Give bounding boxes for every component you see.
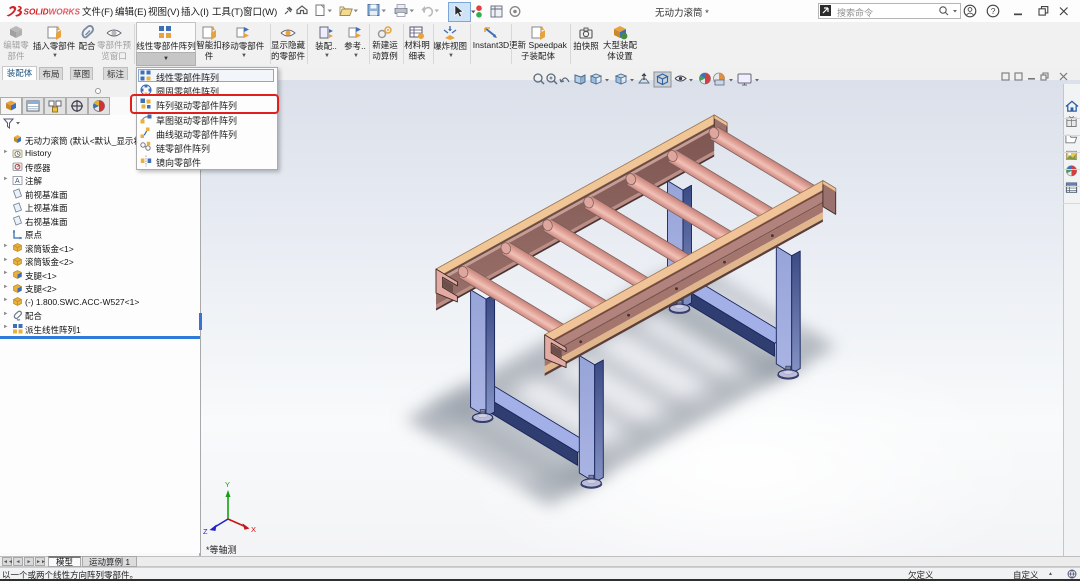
svg-text:A: A	[15, 178, 20, 185]
svg-text:?: ?	[991, 6, 996, 16]
svg-text:X: X	[251, 525, 256, 534]
svg-text:Y: Y	[225, 480, 230, 489]
svg-text:Z: Z	[203, 527, 208, 536]
